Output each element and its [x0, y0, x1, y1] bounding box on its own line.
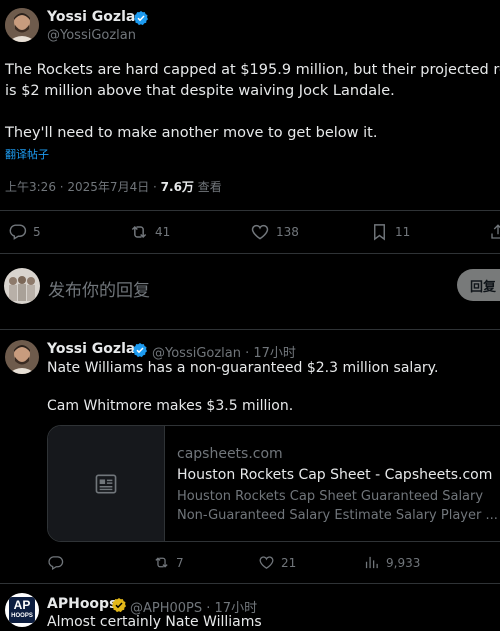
- views-icon: [365, 556, 378, 569]
- reply1-reply-button[interactable]: [47, 554, 64, 571]
- reply1-author-name[interactable]: Yossi Gozlan: [47, 341, 145, 357]
- verified-badge-icon: [112, 598, 126, 613]
- link-card-thumbnail: [48, 426, 165, 541]
- share-button[interactable]: [489, 222, 500, 242]
- translate-link[interactable]: 翻译帖子: [5, 146, 49, 162]
- link-card-desc-line2: Non-Guaranteed Salary Estimate Salary Pl…: [177, 508, 498, 523]
- reply-button[interactable]: 5: [8, 222, 41, 241]
- reply1-like-button[interactable]: 21: [258, 554, 296, 571]
- bookmark-count: 11: [395, 225, 411, 239]
- link-card-desc-line1: Houston Rockets Cap Sheet Guaranteed Sal…: [177, 489, 484, 504]
- like-count: 138: [276, 225, 299, 239]
- verified-badge-icon: [133, 343, 147, 358]
- author-handle[interactable]: @YossiGozlan: [47, 28, 136, 43]
- reply2-author-name[interactable]: APHoops: [47, 596, 117, 612]
- retweet-count: 41: [155, 225, 171, 239]
- reply1-like-count: 21: [281, 555, 297, 570]
- divider: [0, 253, 500, 254]
- divider: [0, 329, 500, 330]
- tweet-meta: 上午3:26 · 2025年7月4日 · 7.6万 查看: [5, 178, 222, 195]
- author-name[interactable]: Yossi Gozlan: [47, 9, 145, 25]
- reply2-avatar-logo: AP HOOPS: [9, 597, 35, 623]
- bookmark-icon: [374, 224, 385, 241]
- tweet-views-label: 查看: [193, 180, 222, 194]
- like-icon: [251, 224, 269, 240]
- reply-icon: [9, 224, 27, 240]
- reply2-text-line1: Almost certainly Nate Williams: [47, 614, 262, 630]
- like-button[interactable]: 138: [250, 222, 299, 242]
- link-card[interactable]: capsheets.com Houston Rockets Cap Sheet …: [47, 425, 500, 542]
- link-card-domain: capsheets.com: [177, 446, 283, 462]
- reply-icon: [48, 556, 64, 571]
- retweet-button[interactable]: 41: [129, 222, 170, 242]
- reply1-views-count: 9,933: [386, 555, 421, 570]
- article-icon: [95, 474, 117, 494]
- reply1-retweet-button[interactable]: 7: [153, 554, 184, 571]
- share-icon: [491, 224, 500, 239]
- reply-input[interactable]: 发布你的回复: [48, 276, 150, 301]
- tweet-views[interactable]: 7.6万: [161, 180, 194, 194]
- retweet-icon: [155, 557, 168, 568]
- divider: [0, 210, 500, 211]
- reply1-text-line1: Nate Williams has a non-guaranteed $2.3 …: [47, 360, 439, 376]
- reply1-text-line2: Cam Whitmore makes $3.5 million.: [47, 398, 294, 414]
- bookmark-button[interactable]: 11: [370, 222, 410, 242]
- like-icon: [259, 556, 274, 569]
- reply-count: 5: [33, 224, 41, 239]
- user-avatar-image: [4, 268, 40, 304]
- reply2-avatar-text-bottom: HOOPS: [11, 613, 33, 619]
- link-card-description: Houston Rockets Cap Sheet Guaranteed Sal…: [177, 487, 498, 525]
- tweet-time[interactable]: 上午3:26 · 2025年7月4日 ·: [5, 180, 161, 194]
- reply1-avatar-image: [5, 340, 39, 374]
- tweet-text-line1: The Rockets are hard capped at $195.9 mi…: [5, 62, 500, 78]
- reply2-avatar[interactable]: AP HOOPS: [5, 593, 39, 627]
- reply1-views-button[interactable]: 9,933: [363, 554, 420, 571]
- link-card-title: Houston Rockets Cap Sheet - Capsheets.co…: [177, 467, 493, 483]
- tweet-text-line3: They'll need to make another move to get…: [5, 125, 378, 141]
- verified-badge-icon: [134, 11, 148, 26]
- divider: [0, 583, 500, 584]
- tweet-text-line2: is $2 million above that despite waiving…: [5, 83, 395, 99]
- reply-submit-button[interactable]: 回复: [457, 269, 500, 301]
- user-avatar[interactable]: [4, 268, 40, 304]
- retweet-icon: [131, 225, 147, 239]
- reply2-avatar-text-top: AP: [13, 598, 31, 612]
- reply1-avatar[interactable]: [5, 340, 39, 374]
- author-avatar-image: [5, 8, 39, 42]
- reply1-retweet-count: 7: [176, 555, 184, 570]
- author-avatar[interactable]: [5, 8, 39, 42]
